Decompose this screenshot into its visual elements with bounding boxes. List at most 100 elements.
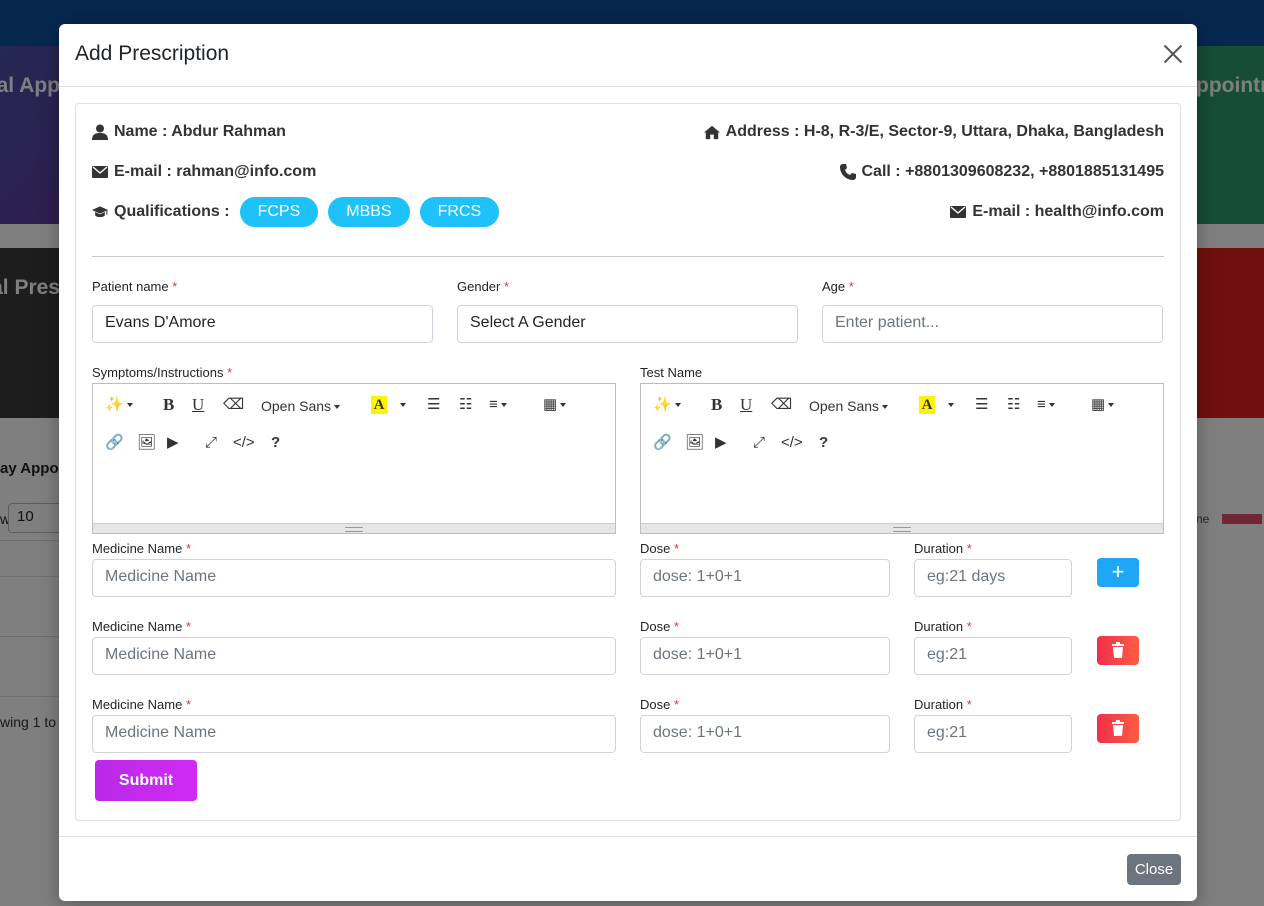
font-family-label: Open Sans — [809, 398, 880, 414]
highlight-color-icon[interactable]: A — [371, 396, 387, 414]
prescription-form-card: Name : Abdur Rahman Address : H-8, R-3/E… — [75, 103, 1181, 821]
doctor-phone: Call : +8801309608232, +8801885131495 — [839, 163, 1165, 181]
required-mark: * — [185, 619, 192, 634]
numbered-list-icon[interactable]: ☷ — [1007, 396, 1020, 414]
medicine-name-input[interactable]: Medicine Name — [92, 559, 616, 597]
magic-style-icon[interactable]: ✨ — [105, 396, 133, 414]
duration-label: Duration * — [914, 541, 972, 556]
modal-title: Add Prescription — [75, 42, 230, 65]
image-icon[interactable]: 🖼 — [137, 434, 156, 452]
medicine-name-input[interactable]: Medicine Name — [92, 715, 616, 753]
label-text: Medicine Name — [92, 697, 183, 712]
label-text: Duration — [914, 541, 964, 556]
age-input[interactable]: Enter patient... — [822, 305, 1163, 343]
underline-icon[interactable]: U — [192, 396, 204, 414]
eraser-icon[interactable]: ⌫ — [223, 396, 244, 414]
bold-icon[interactable]: B — [163, 396, 174, 414]
eraser-icon[interactable]: ⌫ — [771, 396, 792, 414]
modal-footer: Close — [59, 836, 1197, 901]
editor-resize-handle[interactable] — [93, 523, 615, 533]
trash-icon — [1112, 642, 1124, 658]
add-prescription-modal: Add Prescription Name : Abdur Rahman Add… — [59, 24, 1197, 901]
label-text: Medicine Name — [92, 619, 183, 634]
highlight-color-icon[interactable]: A — [919, 396, 935, 414]
dose-input[interactable]: dose: 1+0+1 — [640, 559, 890, 597]
test-name-editor: ✨ B U ⌫ Open Sans A ☰ ☷ ≡ ▦ 🔗 🖼 ▶ ⤢ </> … — [640, 383, 1164, 534]
bullet-list-icon[interactable]: ☰ — [427, 396, 440, 414]
video-icon[interactable]: ▶ — [167, 434, 179, 452]
delete-medicine-button[interactable] — [1097, 636, 1139, 665]
code-view-icon[interactable]: </> — [233, 434, 255, 452]
user-icon — [92, 124, 108, 140]
symptoms-label: Symptoms/Instructions * — [92, 365, 232, 380]
label-text: Dose — [640, 541, 671, 556]
image-icon[interactable]: 🖼 — [685, 434, 704, 452]
help-icon[interactable]: ? — [819, 434, 828, 452]
required-mark: * — [848, 279, 854, 294]
close-button[interactable]: Close — [1127, 854, 1181, 885]
help-icon[interactable]: ? — [271, 434, 280, 452]
gender-select[interactable]: Select A Gender — [457, 305, 798, 343]
doctor-name-text: Name : Abdur Rahman — [114, 123, 286, 140]
video-icon[interactable]: ▶ — [715, 434, 727, 452]
medicine-name-label: Medicine Name * — [92, 697, 191, 712]
required-mark: * — [966, 541, 972, 556]
editor-toolbar: ✨ B U ⌫ Open Sans A ☰ ☷ ≡ ▦ 🔗 🖼 ▶ ⤢ </> … — [93, 384, 615, 474]
editor-toolbar: ✨ B U ⌫ Open Sans A ☰ ☷ ≡ ▦ 🔗 🖼 ▶ ⤢ </> … — [641, 384, 1163, 474]
label-text: Duration — [914, 619, 964, 634]
required-mark: * — [966, 619, 972, 634]
link-icon[interactable]: 🔗 — [653, 434, 672, 452]
dose-label: Dose * — [640, 619, 679, 634]
close-icon[interactable] — [1163, 44, 1183, 64]
required-mark: * — [504, 279, 510, 294]
submit-button[interactable]: Submit — [95, 760, 197, 801]
label-text: Medicine Name — [92, 541, 183, 556]
phone-icon — [839, 164, 856, 180]
dose-input[interactable]: dose: 1+0+1 — [640, 715, 890, 753]
code-view-icon[interactable]: </> — [781, 434, 803, 452]
duration-input[interactable]: eg:21 — [914, 715, 1072, 753]
paragraph-align-icon[interactable]: ≡ — [1037, 396, 1055, 414]
modal-header: Add Prescription — [59, 24, 1197, 87]
medicine-name-label: Medicine Name * — [92, 619, 191, 634]
font-family-select[interactable]: Open Sans — [261, 397, 341, 415]
label-text: Dose — [640, 697, 671, 712]
font-family-select[interactable]: Open Sans — [809, 397, 889, 415]
magic-style-icon[interactable]: ✨ — [653, 396, 681, 414]
doctor-phone-text: Call : +8801309608232, +8801885131495 — [861, 163, 1165, 180]
table-icon[interactable]: ▦ — [1091, 396, 1115, 414]
numbered-list-icon[interactable]: ☷ — [459, 396, 472, 414]
duration-input[interactable]: eg:21 days — [914, 559, 1072, 597]
color-dropdown-icon[interactable] — [397, 396, 406, 414]
bold-icon[interactable]: B — [711, 396, 722, 414]
patient-name-label: Patient name * — [92, 279, 177, 294]
label-text: Duration — [914, 697, 964, 712]
doctor-email-text: E-mail : rahman@info.com — [114, 163, 317, 180]
required-mark: * — [172, 279, 178, 294]
table-icon[interactable]: ▦ — [543, 396, 567, 414]
age-label: Age * — [822, 279, 854, 294]
label-text: Symptoms/Instructions — [92, 365, 224, 380]
paragraph-align-icon[interactable]: ≡ — [489, 396, 507, 414]
editor-resize-handle[interactable] — [641, 523, 1163, 533]
patient-name-input[interactable]: Evans D'Amore — [92, 305, 433, 343]
required-mark: * — [673, 541, 680, 556]
gender-label: Gender * — [457, 279, 509, 294]
fullscreen-icon[interactable]: ⤢ — [753, 434, 765, 452]
medicine-name-input[interactable]: Medicine Name — [92, 637, 616, 675]
color-dropdown-icon[interactable] — [945, 396, 954, 414]
required-mark: * — [673, 619, 680, 634]
add-medicine-button[interactable]: + — [1097, 558, 1139, 587]
duration-label: Duration * — [914, 619, 972, 634]
doctor-info-row: Name : Abdur Rahman Address : H-8, R-3/E… — [92, 117, 1164, 147]
underline-icon[interactable]: U — [740, 396, 752, 414]
link-icon[interactable]: 🔗 — [105, 434, 124, 452]
dose-input[interactable]: dose: 1+0+1 — [640, 637, 890, 675]
home-icon — [703, 125, 720, 140]
fullscreen-icon[interactable]: ⤢ — [205, 434, 217, 452]
doctor-address-text: Address : H-8, R-3/E, Sector-9, Uttara, … — [725, 123, 1164, 140]
delete-medicine-button[interactable] — [1097, 714, 1139, 743]
duration-input[interactable]: eg:21 — [914, 637, 1072, 675]
qualifications-label: Qualifications : — [114, 203, 230, 220]
bullet-list-icon[interactable]: ☰ — [975, 396, 988, 414]
